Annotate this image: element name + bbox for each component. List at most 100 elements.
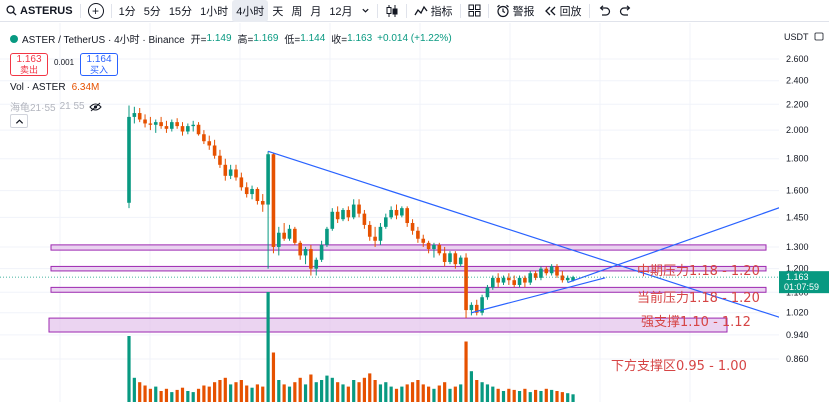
volume-bar: [207, 386, 211, 402]
candle-body: [250, 188, 254, 195]
volume-bar: [314, 382, 318, 402]
chevron-up-icon: [15, 118, 23, 124]
change-value: +0.014 (+1.22%): [377, 33, 452, 44]
layout-button[interactable]: [464, 0, 485, 22]
volume-bar: [550, 389, 554, 402]
turtle-label: 海龟21·55: [10, 103, 56, 114]
volume-bar: [154, 386, 158, 402]
candle-body: [341, 209, 345, 220]
zone-annotation: 中期压力1.18 - 1.20: [637, 264, 760, 279]
alert-button[interactable]: 警报: [492, 0, 539, 22]
volume-bar: [459, 384, 463, 402]
volume-bar: [523, 388, 527, 402]
candle-body: [127, 116, 131, 203]
candle-body: [207, 141, 212, 146]
volume-bar: [362, 377, 366, 402]
price-tick-label: 2.000: [786, 125, 809, 135]
volume-bar: [501, 391, 506, 402]
candle-body: [164, 126, 169, 129]
hidden-eye-icon[interactable]: [88, 102, 102, 112]
interval-12mo[interactable]: 12月: [325, 0, 356, 22]
price-axis[interactable]: USDT 2.600 2.400 2.200 2.000 1.800 1.600 1.450 1…: [0, 23, 829, 402]
zone-annotation: 当前压力1.18 - 1.20: [637, 290, 760, 306]
interval-1mo[interactable]: 月: [306, 0, 325, 22]
candle-body: [421, 238, 426, 243]
chevron-down-icon: [361, 8, 369, 13]
candle-body: [239, 177, 244, 188]
volume-legend: Vol · ASTER 6.34M: [10, 82, 99, 93]
volume-bar: [453, 386, 457, 402]
candle-body: [186, 126, 190, 132]
toolbar-divider: [110, 3, 112, 18]
volume-bars: [127, 292, 575, 402]
price-chart[interactable]: 中期压力1.18 - 1.20 当前压力1.18 - 1.20 强支撑1.10 - …: [0, 23, 829, 402]
interval-15m[interactable]: 15分: [165, 0, 196, 22]
symbol-search[interactable]: ASTERUS: [0, 0, 77, 22]
candle-body: [458, 257, 463, 265]
volume-bar: [298, 377, 302, 402]
volume-bar: [336, 382, 340, 402]
interval-1d[interactable]: 天: [268, 0, 287, 22]
volume-bar: [432, 388, 436, 402]
redo-button[interactable]: [615, 0, 637, 22]
interval-5m[interactable]: 5分: [140, 0, 165, 22]
candle-body: [416, 230, 420, 239]
volume-bar: [517, 391, 522, 402]
zone-annotation: 强支撑1.10 - 1.12: [641, 315, 751, 330]
volume-bar: [437, 385, 441, 402]
compare-button[interactable]: +: [84, 0, 108, 22]
candle-body: [362, 213, 367, 225]
redo-icon: [619, 4, 630, 16]
legend-ohlc-row: ASTER / TetherUS · 4小时 · Binance 开= 1.149…: [10, 31, 452, 46]
candle-body: [170, 122, 174, 129]
volume-bar: [357, 382, 361, 402]
volume-value: 6.34M: [71, 82, 100, 93]
sell-label: 卖出: [19, 65, 38, 75]
volume-bar: [373, 380, 377, 402]
volume-bar: [534, 389, 538, 402]
volume-bar: [528, 392, 532, 402]
toolbar-divider: [459, 3, 461, 18]
interval-1m[interactable]: 1分: [115, 0, 140, 22]
indicators-button[interactable]: 指标: [410, 0, 457, 22]
candle-body: [159, 122, 163, 127]
candle-body: [400, 208, 404, 216]
volume-bar: [571, 394, 575, 402]
candles-icon: [386, 4, 398, 17]
buy-label: 买入: [89, 65, 108, 75]
volume-bar: [496, 388, 500, 402]
collapse-legend-button[interactable]: [10, 114, 28, 128]
candle-body: [266, 154, 270, 205]
chart-legend: ASTER / TetherUS · 4小时 · Binance 开= 1.149…: [10, 31, 452, 46]
price-tick-label: 2.600: [786, 54, 809, 64]
volume-bar: [245, 385, 249, 402]
candle-body: [491, 277, 495, 288]
volume-bar: [443, 382, 447, 402]
undo-icon: [599, 4, 610, 16]
volume-bar: [303, 384, 308, 402]
candle-body: [426, 242, 431, 250]
toolbar-divider: [487, 3, 489, 18]
turtle-indicator-legend[interactable]: 海龟21·55 21 55: [10, 99, 102, 114]
interval-1h[interactable]: 1小时: [196, 0, 232, 22]
candle-body: [464, 257, 468, 311]
volume-bar: [394, 388, 399, 402]
volume-bar: [464, 341, 468, 402]
candle-body: [309, 249, 313, 269]
buy-button[interactable]: 1.164 买入: [80, 53, 118, 76]
candle-body: [555, 266, 559, 276]
volume-bar: [539, 391, 543, 402]
sell-button[interactable]: 1.163 卖出: [10, 53, 48, 76]
interval-dropdown[interactable]: [357, 0, 374, 22]
interval-4h[interactable]: 4小时: [232, 0, 269, 22]
low-key: 低=: [284, 35, 301, 46]
volume-bar: [180, 387, 185, 402]
open-value: 1.149: [206, 33, 232, 44]
chart-type-button[interactable]: [381, 0, 403, 22]
interval-1w[interactable]: 周: [287, 0, 306, 22]
replay-button[interactable]: 回放: [539, 0, 586, 22]
undo-button[interactable]: [593, 0, 615, 22]
volume-bar: [186, 391, 190, 402]
volume-bar: [352, 380, 356, 402]
candle-body: [442, 253, 447, 262]
